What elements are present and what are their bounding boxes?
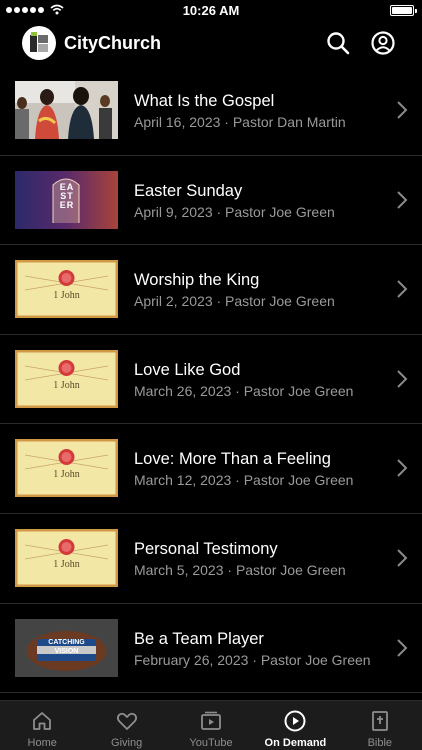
sermon-row[interactable]: 1 John Love: More Than a Feeling March 1… xyxy=(0,424,422,514)
easter-thumb-text: EASTER xyxy=(59,181,75,210)
sermon-date-speaker: March 26, 2023 · Pastor Joe Green xyxy=(134,382,354,399)
sermon-date-speaker: February 26, 2023 · Pastor Joe Green xyxy=(134,651,371,668)
thumb-text: 1 John xyxy=(53,558,80,570)
sermon-row[interactable]: CATCHING VISION Be a Team Player Februar… xyxy=(0,604,422,694)
status-time: 10:26 AM xyxy=(182,3,240,18)
sermon-title: Personal Testimony xyxy=(134,539,278,558)
tab-label: Giving xyxy=(111,737,143,749)
sermon-title: Easter Sunday xyxy=(134,181,243,200)
video-icon xyxy=(201,711,221,730)
tab-home[interactable]: Home xyxy=(0,701,84,750)
tab-label: Home xyxy=(27,737,57,749)
thumb-text: 1 John xyxy=(53,290,80,302)
sermon-title: Worship the King xyxy=(134,271,260,290)
tab-label: On Demand xyxy=(264,737,327,749)
sermon-date-speaker: April 16, 2023 · Pastor Dan Martin xyxy=(134,114,346,130)
tab-label: YouTube xyxy=(189,737,233,749)
tab-bible[interactable]: Bible xyxy=(338,701,422,750)
church-logo[interactable] xyxy=(22,26,56,60)
thumb-text: 1 John xyxy=(53,469,80,481)
sermon-row[interactable]: 1 John Personal Testimony March 5, 2023 … xyxy=(0,514,422,604)
chevron-right-icon xyxy=(397,101,408,119)
chevron-right-icon xyxy=(397,638,408,657)
app-header: CityChurch xyxy=(0,22,422,66)
sermon-row[interactable]: What Is the Gospel April 16, 2023 · Past… xyxy=(0,66,422,156)
sermon-date-speaker: March 5, 2023 · Pastor Joe Green xyxy=(134,561,346,578)
tab-youtube[interactable]: YouTube xyxy=(169,701,253,750)
sermon-thumbnail-catching-vision: CATCHING VISION xyxy=(15,618,118,677)
bottom-tab-bar: Home Giving YouTube On Demand Bible xyxy=(0,700,422,750)
logo-mark-icon xyxy=(30,32,48,52)
sermon-thumbnail-1john: 1 John xyxy=(15,528,118,587)
account-icon[interactable] xyxy=(370,30,396,56)
sermon-row[interactable]: EASTER Easter Sunday April 9, 2023 · Pas… xyxy=(0,156,422,246)
tab-on-demand[interactable]: On Demand xyxy=(253,701,337,750)
chevron-right-icon xyxy=(397,190,408,209)
play-circle-icon xyxy=(284,710,306,732)
sermon-title: Be a Team Player xyxy=(134,629,264,648)
sermon-thumbnail-1john: 1 John xyxy=(15,260,118,319)
battery-icon xyxy=(390,5,417,16)
chevron-right-icon xyxy=(397,370,408,388)
sermon-row[interactable]: 1 John Love Like God March 26, 2023 · Pa… xyxy=(0,335,422,425)
sermon-date-speaker: March 12, 2023 · Pastor Joe Green xyxy=(134,472,354,489)
tab-label: Bible xyxy=(367,737,393,749)
sermon-thumbnail-people xyxy=(15,81,118,139)
chevron-right-icon xyxy=(397,549,408,567)
sermon-title: What Is the Gospel xyxy=(134,92,275,110)
chevron-right-icon xyxy=(397,459,408,478)
sermon-date-speaker: April 9, 2023 · Pastor Joe Green xyxy=(134,203,335,220)
sermon-list: What Is the Gospel April 16, 2023 · Past… xyxy=(0,66,422,694)
sermon-title: Love Like God xyxy=(134,360,241,379)
thumb-text: 1 John xyxy=(53,379,80,391)
bible-icon xyxy=(371,711,388,731)
search-icon[interactable] xyxy=(325,30,351,56)
tab-giving[interactable]: Giving xyxy=(84,701,168,750)
sermon-title: Love: More Than a Feeling xyxy=(134,450,331,469)
sermon-thumbnail-easter: EASTER xyxy=(15,170,118,229)
home-icon xyxy=(33,712,52,730)
sermon-thumbnail-1john: 1 John xyxy=(15,439,118,498)
thumb-text: CATCHING VISION xyxy=(48,638,85,655)
app-title: CityChurch xyxy=(64,33,162,53)
heart-icon xyxy=(116,712,137,730)
sermon-date-speaker: April 2, 2023 · Pastor Joe Green xyxy=(134,293,335,310)
chevron-right-icon xyxy=(397,280,408,298)
sermon-thumbnail-1john: 1 John xyxy=(15,349,118,408)
status-bar: 10:26 AM xyxy=(0,0,422,22)
sermon-row[interactable]: 1 John Worship the King April 2, 2023 · … xyxy=(0,245,422,335)
